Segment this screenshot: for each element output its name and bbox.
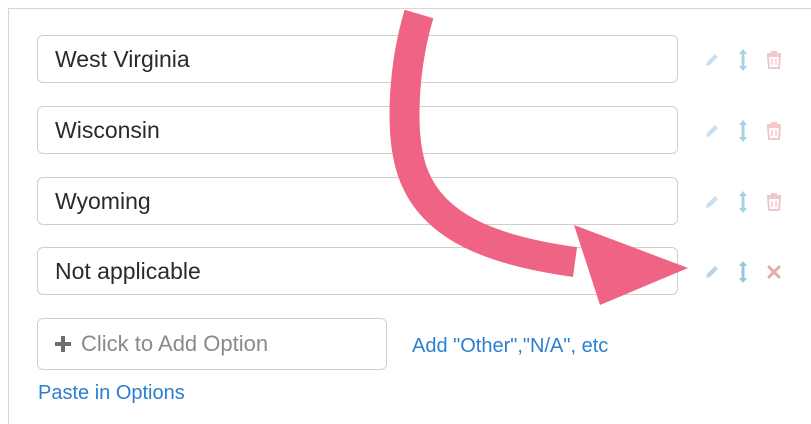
option-input[interactable]: Not applicable [37, 247, 678, 295]
option-row: West Virginia [37, 35, 680, 85]
row-actions [701, 106, 794, 156]
option-row: Wyoming [37, 177, 680, 227]
trash-icon[interactable] [763, 118, 785, 144]
move-arrows-icon[interactable] [732, 259, 754, 285]
option-label: Wyoming [55, 187, 151, 214]
option-label: West Virginia [55, 45, 190, 72]
edit-pencil-icon[interactable] [701, 259, 723, 285]
option-input[interactable]: Wyoming [37, 177, 678, 225]
add-option-button[interactable]: Click to Add Option [37, 318, 387, 370]
option-row: Not applicable [37, 247, 680, 297]
plus-icon [55, 336, 71, 352]
move-arrows-icon[interactable] [732, 189, 754, 215]
row-actions [701, 177, 794, 227]
option-label: Not applicable [55, 257, 201, 284]
edit-pencil-icon[interactable] [701, 118, 723, 144]
move-arrows-icon[interactable] [732, 118, 754, 144]
x-icon[interactable] [763, 259, 785, 285]
edit-pencil-icon[interactable] [701, 189, 723, 215]
move-arrows-icon[interactable] [732, 47, 754, 73]
row-actions [701, 247, 794, 297]
paste-options-link[interactable]: Paste in Options [38, 382, 185, 405]
trash-icon[interactable] [763, 47, 785, 73]
option-input[interactable]: Wisconsin [37, 106, 678, 154]
trash-icon[interactable] [763, 189, 785, 215]
option-label: Wisconsin [55, 116, 160, 143]
add-option-label: Click to Add Option [81, 331, 269, 356]
edit-pencil-icon[interactable] [701, 47, 723, 73]
option-row: Wisconsin [37, 106, 680, 156]
option-input[interactable]: West Virginia [37, 35, 678, 83]
add-other-link[interactable]: Add "Other","N/A", etc [412, 335, 608, 358]
row-actions [701, 35, 794, 85]
